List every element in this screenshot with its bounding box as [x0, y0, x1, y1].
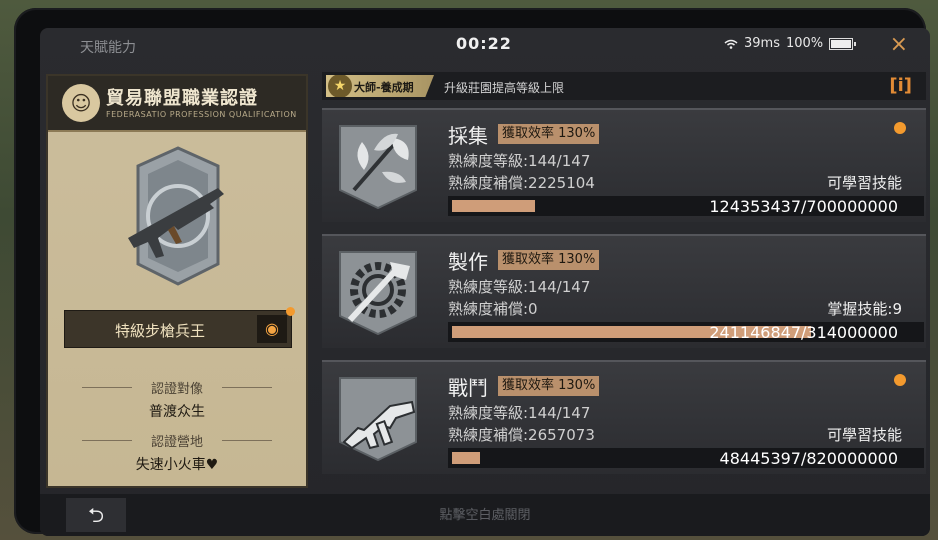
- card-title: 貿易聯盟職業認證: [106, 88, 258, 109]
- close-icon[interactable]: ×: [890, 32, 908, 57]
- rifle-emblem-icon: [128, 146, 224, 286]
- device-frame: 天賦能力 00:22 39ms 100% × ☺ 貿易聯盟職業認證 FEDERA…: [14, 8, 930, 536]
- target-label: 認證對像: [150, 382, 203, 397]
- smg-icon: [339, 377, 417, 462]
- title-selector[interactable]: 特級步槍兵王 ◉: [64, 307, 295, 348]
- progress-text: 48445397/820000000: [719, 449, 898, 468]
- progress-fill: [452, 452, 480, 464]
- battery-percent: 100%: [785, 36, 824, 51]
- info-icon[interactable]: [i]: [889, 75, 912, 96]
- proficiency-level: 熟練度等級:144/147: [448, 152, 591, 170]
- efficiency-badge: 獲取效率 130%: [498, 250, 600, 270]
- gear-hammer-icon: [339, 251, 417, 336]
- federation-logo-icon: ☺: [62, 84, 100, 122]
- ping-value: 39ms: [744, 36, 780, 51]
- efficiency-badge: 獲取效率 130%: [498, 124, 600, 144]
- skill-name: 製作: [448, 250, 488, 274]
- certification-card: ☺ 貿易聯盟職業認證 FEDERASATIO PROFESSION QUALIF…: [46, 74, 308, 488]
- wifi-icon: [724, 39, 738, 49]
- learnable-skill-label[interactable]: 可學習技能: [827, 424, 902, 445]
- battery-icon: [829, 37, 857, 50]
- card-header: ☺ 貿易聯盟職業認證 FEDERASATIO PROFESSION QUALIF…: [48, 76, 306, 132]
- learnable-skill-label[interactable]: 可學習技能: [827, 172, 902, 193]
- proficiency-level: 熟練度等級:144/147: [448, 278, 591, 296]
- screen-title: 天賦能力: [80, 40, 136, 56]
- proficiency-compensation: 熟練度補償:0: [448, 300, 538, 318]
- efficiency-badge: 獲取效率 130%: [498, 376, 600, 396]
- skill-gathering[interactable]: 採集 獲取效率 130% 熟練度等級:144/147 熟練度補償:2225104…: [322, 108, 926, 222]
- target-value: 普渡众生: [149, 404, 205, 420]
- card-subtitle: FEDERASATIO PROFESSION QUALIFICATION: [106, 110, 297, 119]
- close-hint[interactable]: 點擊空白處關閉: [40, 504, 930, 523]
- skill-name: 採集: [448, 124, 488, 148]
- skill-crafting[interactable]: 製作 獲取效率 130% 熟練度等級:144/147 熟練度補償:0 掌握技能:…: [322, 234, 926, 348]
- selected-title: 特級步槍兵王: [114, 322, 205, 340]
- progress-text: 124353437/700000000: [709, 197, 898, 216]
- notification-dot: [286, 307, 295, 316]
- skill-name: 戰鬥: [448, 376, 488, 400]
- progress-bar: 124353437/700000000: [448, 196, 924, 216]
- star-icon: ★: [328, 75, 352, 97]
- base-value: 失速小火車♥: [135, 457, 219, 473]
- notification-dot: [894, 122, 906, 134]
- rank-bar: ★ 大師-養成期 升級莊園提高等級上限 [i]: [322, 72, 926, 100]
- rank-label: 大師-養成期: [354, 81, 414, 94]
- top-bar: 天賦能力 00:22 39ms 100% ×: [40, 28, 930, 64]
- progress-fill: [452, 200, 535, 212]
- rank-description: 升級莊園提高等級上限: [444, 81, 565, 95]
- bottom-bar: ⮌ 點擊空白處關閉: [40, 494, 930, 536]
- rank-badge: ★ 大師-養成期: [326, 75, 434, 97]
- base-label: 認證營地: [150, 435, 203, 450]
- talent-screen: 天賦能力 00:22 39ms 100% × ☺ 貿易聯盟職業認證 FEDERA…: [40, 28, 930, 536]
- eye-icon[interactable]: ◉: [257, 315, 287, 343]
- skill-combat[interactable]: 戰鬥 獲取效率 130% 熟練度等級:144/147 熟練度補償:2657073…: [322, 360, 926, 474]
- progress-bar: 241146847/314000000: [448, 322, 924, 342]
- mastered-skill-label: 掌握技能:9: [827, 300, 902, 318]
- progress-text: 241146847/314000000: [709, 323, 898, 342]
- proficiency-level: 熟練度等級:144/147: [448, 404, 591, 422]
- notification-dot: [894, 374, 906, 386]
- proficiency-compensation: 熟練度補償:2225104: [448, 174, 595, 192]
- status-area: 39ms 100%: [724, 36, 857, 51]
- proficiency-compensation: 熟練度補償:2657073: [448, 426, 595, 444]
- progress-bar: 48445397/820000000: [448, 448, 924, 468]
- leaf-icon: [339, 125, 417, 210]
- clock: 00:22: [456, 34, 512, 53]
